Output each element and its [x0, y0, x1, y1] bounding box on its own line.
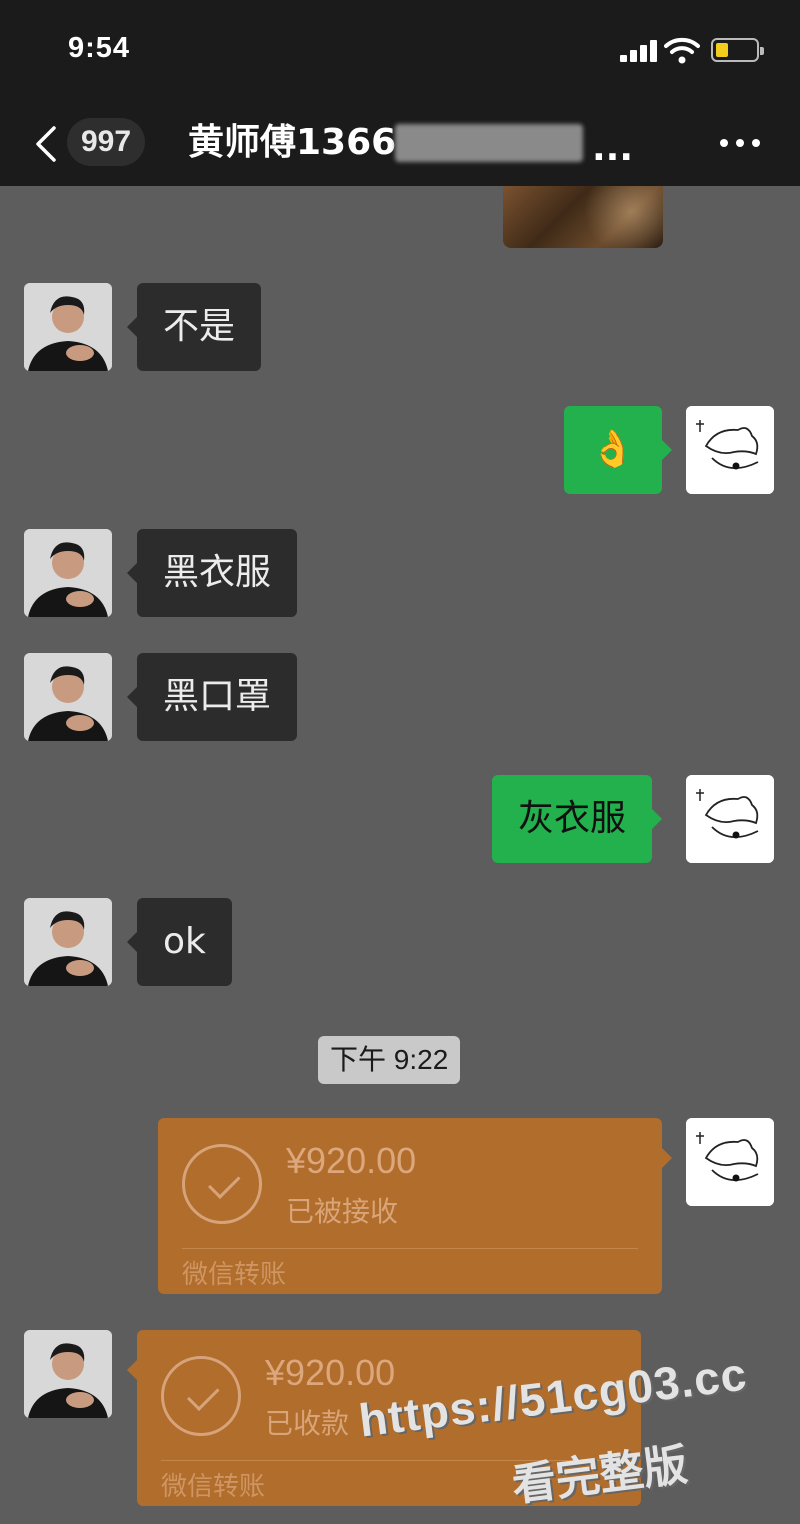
- status-time: 9:54: [68, 32, 131, 64]
- battery-icon: [711, 38, 764, 62]
- received-message-bubble[interactable]: 不是: [126, 283, 262, 371]
- more-options-button[interactable]: [712, 122, 768, 162]
- contact-avatar[interactable]: [24, 1330, 112, 1418]
- contact-avatar[interactable]: [24, 283, 112, 371]
- transfer-amount: ¥920.00: [265, 1352, 396, 1393]
- contact-avatar[interactable]: [24, 653, 112, 741]
- transfer-status: 已收款: [265, 1407, 350, 1440]
- redacted-phone-blur: [395, 124, 583, 162]
- divider: [161, 1460, 617, 1461]
- sent-message-bubble[interactable]: 👌: [564, 406, 672, 494]
- transfer-status: 已被接收: [286, 1195, 399, 1228]
- status-bar: 9:54: [0, 0, 800, 100]
- divider: [182, 1248, 638, 1249]
- my-avatar[interactable]: [686, 1118, 774, 1206]
- transfer-amount: ¥920.00: [286, 1140, 417, 1181]
- wifi-icon: [664, 37, 700, 64]
- signal-icon: [620, 40, 658, 62]
- check-circle-icon: [182, 1144, 262, 1224]
- unread-count-badge[interactable]: 997: [67, 118, 146, 166]
- contact-avatar[interactable]: [24, 529, 112, 617]
- transfer-label: 微信转账: [182, 1260, 287, 1290]
- contact-avatar[interactable]: [24, 898, 112, 986]
- transfer-card[interactable]: ¥920.00 已收款 微信转账: [127, 1330, 641, 1506]
- check-circle-icon: [161, 1356, 241, 1436]
- title-ellipsis: ...: [592, 128, 634, 169]
- chat-title-text: 黄师傅1366: [188, 122, 397, 163]
- sent-message-bubble[interactable]: 灰衣服: [492, 775, 663, 863]
- received-message-bubble[interactable]: ok: [127, 898, 232, 986]
- image-message-fragment[interactable]: [503, 186, 663, 248]
- received-message-bubble[interactable]: 黑口罩: [126, 653, 298, 741]
- back-chevron-icon[interactable]: [32, 124, 60, 164]
- my-avatar[interactable]: [686, 775, 774, 863]
- transfer-label: 微信转账: [161, 1472, 266, 1502]
- received-message-bubble[interactable]: 黑衣服: [126, 529, 298, 617]
- my-avatar[interactable]: [686, 406, 774, 494]
- chat-timestamp: 下午 9:22: [318, 1036, 461, 1084]
- transfer-card[interactable]: ¥920.00 已被接收 微信转账: [158, 1118, 672, 1294]
